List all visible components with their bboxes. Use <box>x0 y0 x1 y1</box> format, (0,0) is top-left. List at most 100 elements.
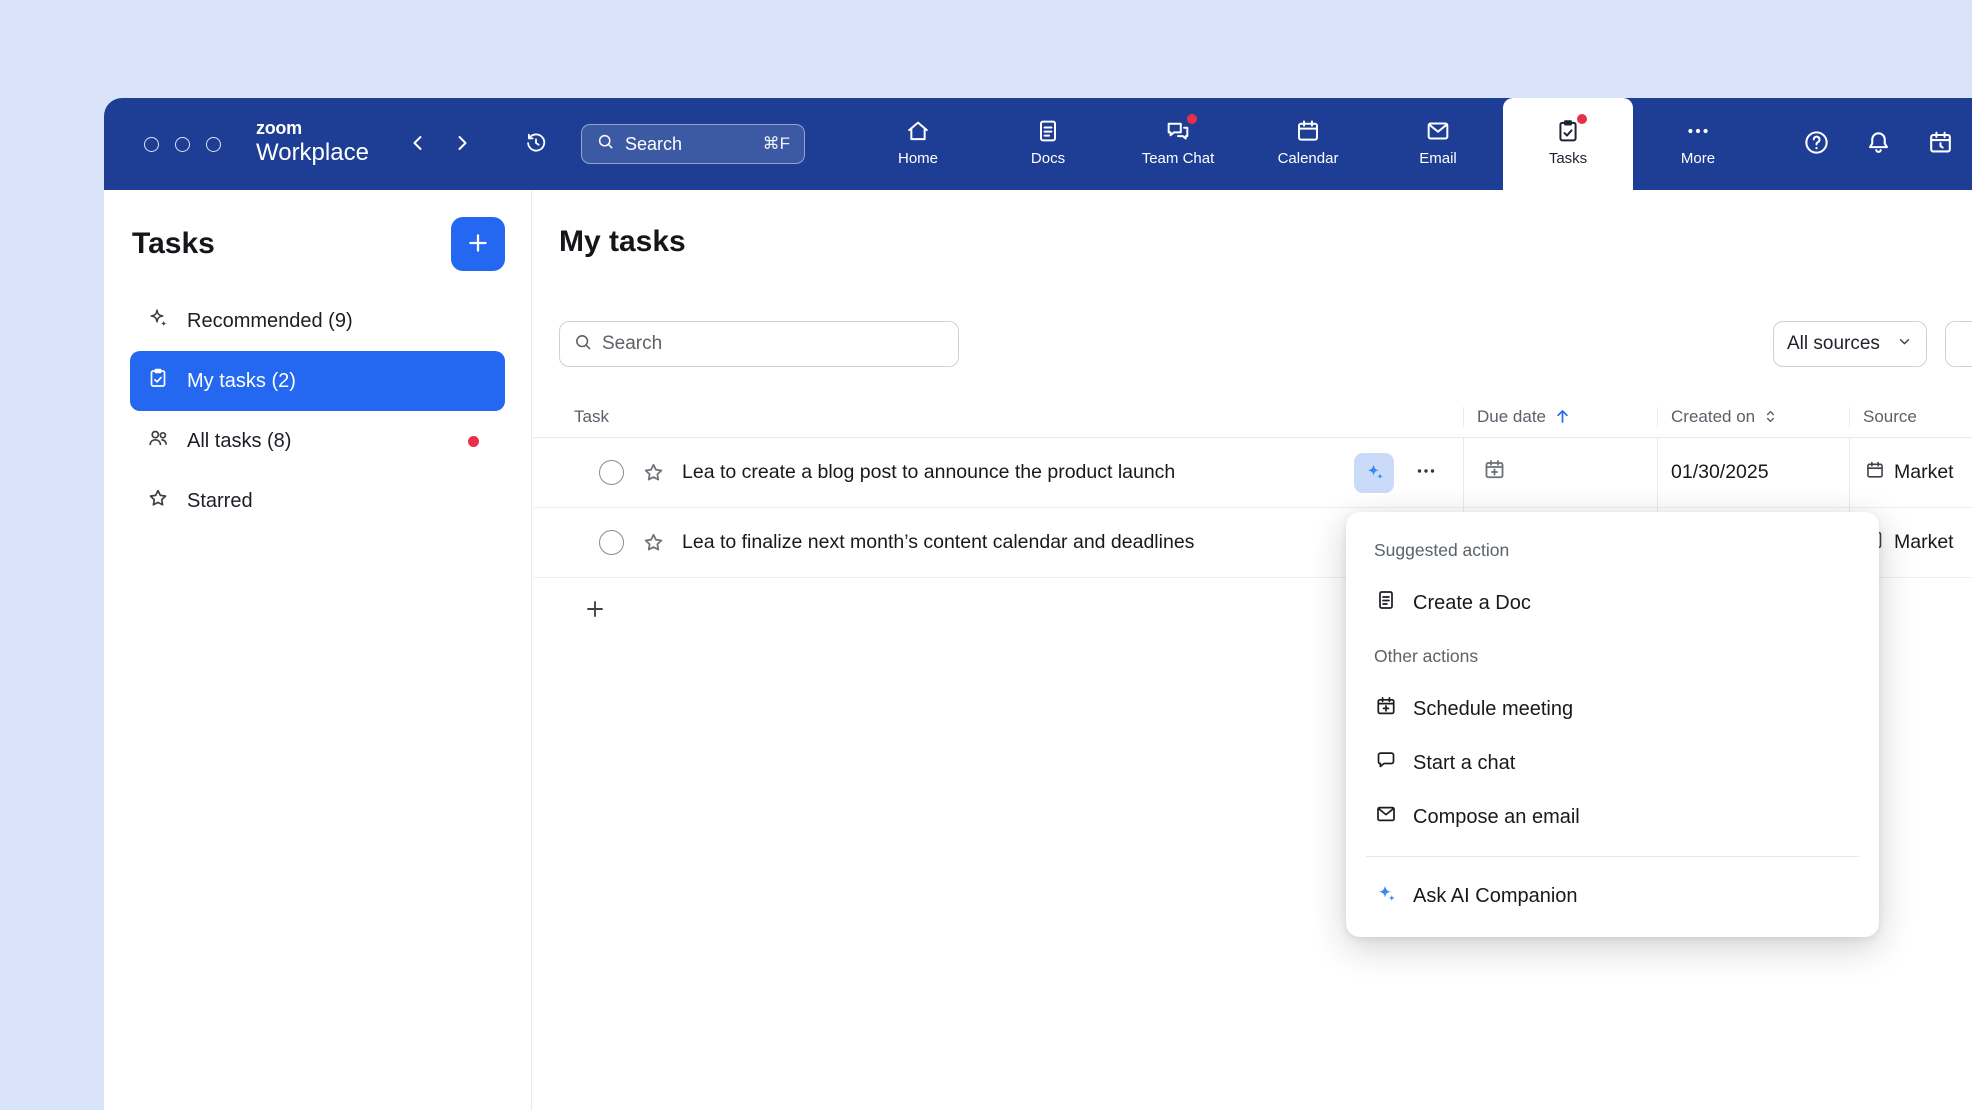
more-icon <box>1684 117 1712 145</box>
sort-ascending-icon[interactable] <box>1553 407 1572 426</box>
menu-item-schedule-meeting[interactable]: Schedule meeting <box>1346 682 1879 736</box>
suggested-actions-menu: Suggested action Create a Doc Other acti… <box>1346 512 1879 937</box>
ai-sparkle-icon <box>1374 881 1398 911</box>
doc-icon <box>1374 588 1398 618</box>
notifications-button[interactable] <box>1860 126 1896 162</box>
nav-item-more[interactable]: More <box>1633 98 1763 190</box>
nav-label: Team Chat <box>1142 150 1215 167</box>
sidebar-header: Tasks <box>132 216 505 272</box>
column-label: Due date <box>1477 407 1546 427</box>
star-icon[interactable] <box>641 460 666 485</box>
help-button[interactable] <box>1798 126 1834 162</box>
created-on-cell: 01/30/2025 <box>1657 438 1849 507</box>
menu-item-ask-ai-companion[interactable]: Ask AI Companion <box>1346 869 1879 923</box>
global-search[interactable]: Search ⌘F <box>581 124 805 164</box>
nav-item-home[interactable]: Home <box>853 98 983 190</box>
workplace-label: Workplace <box>256 139 369 167</box>
task-cell: Lea to finalize next month’s content cal… <box>533 508 1463 577</box>
search-icon <box>596 132 615 156</box>
source-value: Market <box>1894 531 1954 554</box>
column-label: Created on <box>1671 407 1755 427</box>
calendar-icon <box>1864 459 1886 487</box>
calendar-plus-icon <box>1482 457 1507 488</box>
column-header-due-date[interactable]: Due date <box>1463 407 1657 427</box>
clipboard-check-icon <box>146 366 170 396</box>
due-date-cell[interactable] <box>1463 438 1657 507</box>
nav-label: More <box>1681 150 1715 167</box>
menu-item-start-chat[interactable]: Start a chat <box>1346 736 1879 790</box>
zoom-workplace-window: zoom Workplace Search ⌘F <box>104 98 1972 1110</box>
star-icon[interactable] <box>641 530 666 555</box>
ai-companion-button[interactable] <box>1354 453 1394 493</box>
menu-item-label: Schedule meeting <box>1413 698 1573 721</box>
add-task-button[interactable] <box>580 595 610 625</box>
calendar-plus-icon <box>1374 694 1398 724</box>
people-icon <box>146 426 170 456</box>
nav-item-email[interactable]: Email <box>1373 98 1503 190</box>
task-complete-radio[interactable] <box>599 460 624 485</box>
clipped-toolbar-button[interactable] <box>1945 321 1972 367</box>
search-icon <box>573 332 593 357</box>
nav-item-tasks[interactable]: Tasks <box>1503 98 1633 190</box>
sort-toggle-icon[interactable] <box>1762 408 1779 425</box>
chevron-right-icon <box>450 131 474 158</box>
star-icon <box>146 486 170 516</box>
task-search[interactable] <box>559 321 959 367</box>
created-on-value: 01/30/2025 <box>1671 461 1769 484</box>
nav-label: Home <box>898 150 938 167</box>
task-title[interactable]: Lea to create a blog post to announce th… <box>682 461 1175 484</box>
sidebar-item-starred[interactable]: Starred <box>130 471 505 531</box>
tasks-notification-dot <box>1577 114 1587 124</box>
column-header-created-on[interactable]: Created on <box>1657 407 1849 427</box>
nav-label: Email <box>1419 150 1457 167</box>
row-actions <box>1354 453 1441 493</box>
menu-item-label: Start a chat <box>1413 752 1515 775</box>
search-shortcut: ⌘F <box>763 134 790 154</box>
menu-divider <box>1366 856 1859 857</box>
task-search-input[interactable] <box>602 333 945 355</box>
nav-item-docs[interactable]: Docs <box>983 98 1113 190</box>
help-icon <box>1802 128 1831 160</box>
sidebar-item-all-tasks[interactable]: All tasks (8) <box>130 411 505 471</box>
source-cell: Market <box>1849 438 1972 507</box>
menu-item-create-doc[interactable]: Create a Doc <box>1346 576 1879 630</box>
task-row: Lea to create a blog post to announce th… <box>533 438 1972 508</box>
home-icon <box>904 117 932 145</box>
menu-section-label: Suggested action <box>1346 524 1879 576</box>
window-close-button[interactable] <box>144 137 159 152</box>
menu-item-compose-email[interactable]: Compose an email <box>1346 790 1879 844</box>
chat-bubble-icon <box>1374 748 1398 778</box>
forward-button[interactable] <box>444 126 480 162</box>
desktop-background: zoom Workplace Search ⌘F <box>0 0 1972 1110</box>
window-minimize-button[interactable] <box>175 137 190 152</box>
sidebar-item-my-tasks[interactable]: My tasks (2) <box>130 351 505 411</box>
sidebar-item-label: My tasks (2) <box>187 370 296 393</box>
sidebar-item-recommended[interactable]: Recommended (9) <box>130 291 505 351</box>
sources-filter-dropdown[interactable]: All sources <box>1773 321 1927 367</box>
sparkle-icon <box>146 306 170 336</box>
zoom-workplace-logo: zoom Workplace <box>256 117 369 167</box>
all-tasks-notification-dot <box>468 436 479 447</box>
nav-item-team-chat[interactable]: Team Chat <box>1113 98 1243 190</box>
page-title: My tasks <box>559 225 686 259</box>
plus-icon <box>465 230 491 259</box>
task-complete-radio[interactable] <box>599 530 624 555</box>
column-label: Source <box>1863 407 1917 427</box>
table-header-row: Task Due date Created on Source <box>533 396 1972 438</box>
history-navigation <box>400 98 480 190</box>
history-button[interactable] <box>518 126 554 162</box>
menu-section-label: Other actions <box>1346 630 1879 682</box>
column-header-source[interactable]: Source <box>1849 407 1972 427</box>
row-more-button[interactable] <box>1411 458 1441 488</box>
task-title[interactable]: Lea to finalize next month’s content cal… <box>682 531 1194 554</box>
new-task-button[interactable] <box>451 217 505 271</box>
email-icon <box>1424 117 1452 145</box>
plus-icon <box>583 597 607 624</box>
task-cell: Lea to create a blog post to announce th… <box>533 438 1463 507</box>
back-button[interactable] <box>400 126 436 162</box>
window-zoom-button[interactable] <box>206 137 221 152</box>
column-label: Task <box>574 407 609 427</box>
column-header-task[interactable]: Task <box>533 407 1463 427</box>
scheduler-button[interactable] <box>1922 126 1958 162</box>
nav-item-calendar[interactable]: Calendar <box>1243 98 1373 190</box>
